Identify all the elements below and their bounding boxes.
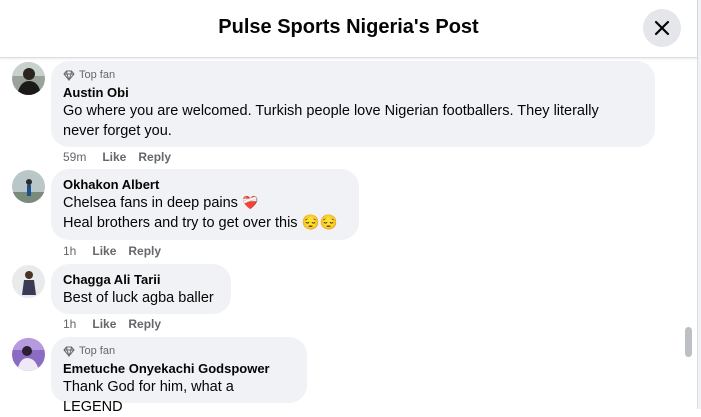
avatar[interactable] — [12, 170, 45, 203]
comment-time[interactable]: 59m — [63, 150, 86, 164]
dialog-title: Pulse Sports Nigeria's Post — [218, 16, 479, 38]
comment-actions: 1h Like Reply — [63, 244, 161, 258]
comment-author[interactable]: Austin Obi — [63, 84, 643, 101]
comment-text: Chelsea fans in deep pains — [63, 195, 238, 211]
badge-label: Top fan — [79, 69, 116, 81]
comment-bubble: Chagga Ali Tarii Best of luck agba balle… — [51, 264, 231, 314]
comment-text-line: Best of luck agba baller — [63, 290, 214, 306]
diamond-badge-icon — [63, 346, 75, 357]
like-button[interactable]: Like — [102, 150, 126, 164]
like-button[interactable]: Like — [92, 317, 116, 331]
comment-actions: 1h Like Reply — [63, 317, 161, 331]
comment-time[interactable]: 1h — [63, 244, 76, 258]
background-page-edge — [697, 0, 701, 409]
comment-author[interactable]: Chagga Ali Tarii — [63, 271, 219, 288]
comment-bubble: Top fan Emetuche Onyekachi Godspower Tha… — [51, 337, 307, 415]
reply-button[interactable]: Reply — [128, 317, 161, 331]
scrollbar-thumb[interactable] — [685, 327, 692, 357]
comment-text-line: Chelsea fans in deep pains ❤️‍🩹 — [63, 193, 347, 213]
like-button[interactable]: Like — [92, 244, 116, 258]
reply-button[interactable]: Reply — [138, 150, 171, 164]
diamond-badge-icon — [63, 70, 75, 81]
close-button[interactable] — [643, 9, 681, 47]
comment-bubble: Okhakon Albert Chelsea fans in deep pain… — [51, 169, 359, 240]
pensive-face-emoji: 😔😔 — [301, 215, 338, 231]
comment-bubble: Top fan Austin Obi Go where you are welc… — [51, 61, 655, 147]
mending-heart-emoji: ❤️‍🩹 — [241, 195, 259, 210]
comment-text-line: Thank God for him, what a LEGEND — [63, 379, 234, 415]
comment-text-line: Go where you are welcomed. Turkish peopl… — [63, 103, 599, 119]
avatar[interactable] — [12, 62, 45, 95]
badge-label: Top fan — [79, 345, 116, 357]
reply-button[interactable]: Reply — [128, 244, 161, 258]
comment-author[interactable]: Emetuche Onyekachi Godspower — [63, 360, 295, 377]
avatar[interactable] — [12, 265, 45, 298]
top-fan-badge: Top fan — [63, 68, 643, 82]
close-icon — [654, 20, 670, 36]
comment-text-line: never forget you. — [63, 123, 172, 139]
comment-text: Heal brothers and try to get over this — [63, 215, 298, 231]
comment-actions: 59m Like Reply — [63, 150, 171, 164]
post-dialog-header: Pulse Sports Nigeria's Post — [0, 0, 697, 58]
avatar[interactable] — [12, 338, 45, 371]
top-fan-badge: Top fan — [63, 344, 295, 358]
comment-author[interactable]: Okhakon Albert — [63, 176, 347, 193]
comment-time[interactable]: 1h — [63, 317, 76, 331]
comment-text-line: Heal brothers and try to get over this 😔… — [63, 213, 347, 233]
